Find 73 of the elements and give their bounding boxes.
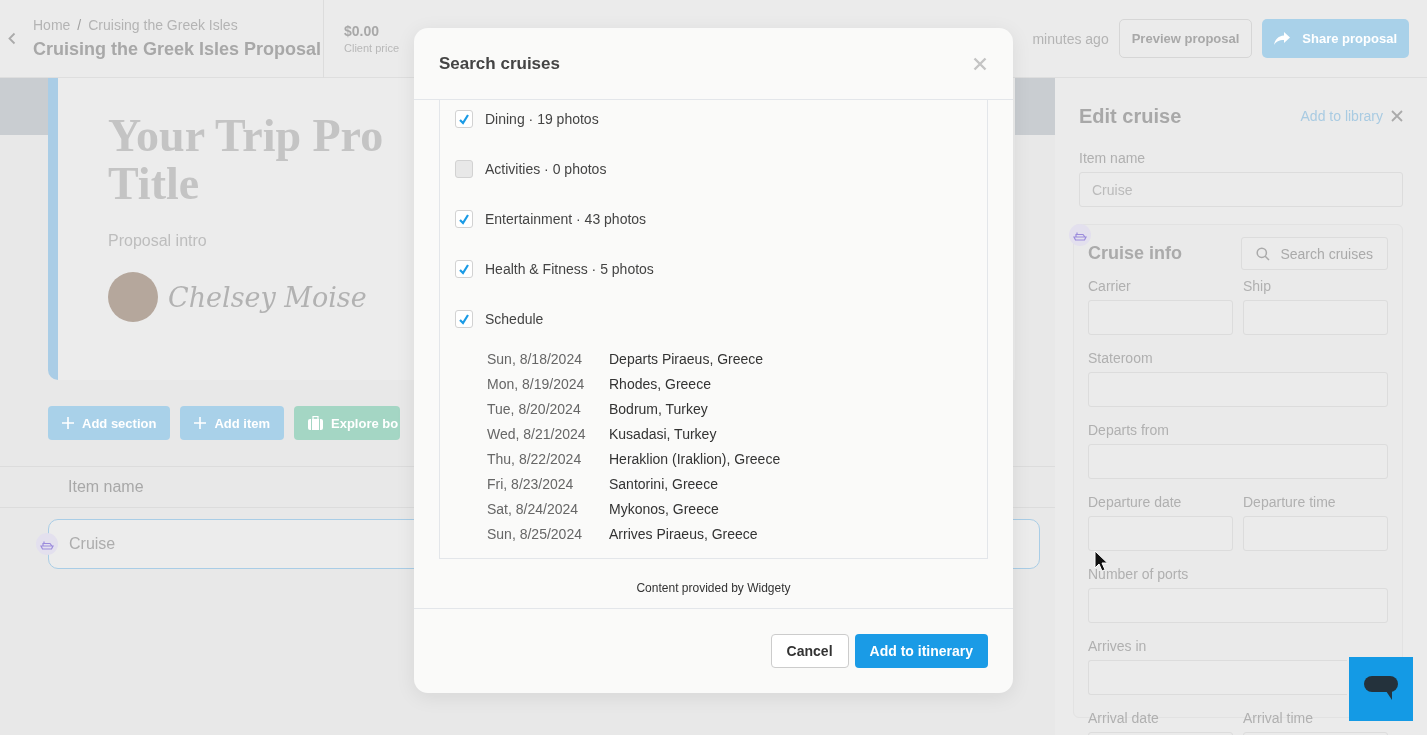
field-label: Carrier xyxy=(1088,278,1132,294)
field-label: Departure date xyxy=(1088,494,1183,510)
checkmark-icon xyxy=(458,263,470,275)
cancel-button[interactable]: Cancel xyxy=(770,634,849,668)
schedule-port: Santorini, Greece xyxy=(609,475,718,492)
option-label: Schedule xyxy=(485,311,544,327)
schedule-date: Tue, 8/20/2024 xyxy=(487,400,582,417)
chat-bubble-icon xyxy=(1364,676,1398,702)
field-label: Arrives in xyxy=(1088,638,1148,654)
price-value: $0.00 xyxy=(344,23,381,39)
add-to-library-link[interactable]: Add to library xyxy=(1300,108,1383,124)
checkbox[interactable] xyxy=(455,160,473,178)
checkbox[interactable] xyxy=(455,110,473,128)
signature: Chelsey Moise xyxy=(168,281,367,313)
share-button[interactable]: Share proposal xyxy=(1262,19,1409,58)
suitcase-icon xyxy=(308,416,324,430)
field-label: Departs from xyxy=(1088,422,1170,438)
photo-placeholder xyxy=(1015,78,1055,135)
checkmark-icon xyxy=(458,213,470,225)
schedule-date: Wed, 8/21/2024 xyxy=(487,425,587,442)
schedule-port: Departs Piraeus, Greece xyxy=(609,350,764,367)
preview-button[interactable]: Preview proposal xyxy=(1118,19,1253,58)
field-label: Item name xyxy=(1079,150,1147,166)
dialog-title: Search cruises xyxy=(439,53,560,74)
schedule-date: Sat, 8/24/2024 xyxy=(487,500,580,517)
checkmark-icon xyxy=(458,313,470,325)
checkbox[interactable] xyxy=(455,210,473,228)
explore-button[interactable]: Explore bo xyxy=(294,406,401,440)
field-label: Number of ports xyxy=(1088,566,1190,582)
schedule-port: Rhodes, Greece xyxy=(609,375,711,392)
proposal-title: Cruising the Greek Isles Proposal xyxy=(33,39,323,60)
search-cruises-button[interactable]: Search cruises xyxy=(1241,237,1388,270)
checkmark-icon xyxy=(458,113,470,125)
back-chevron-icon[interactable] xyxy=(8,32,16,45)
option-label: Health & Fitness · 5 photos xyxy=(485,261,654,277)
schedule-date: Fri, 8/23/2024 xyxy=(487,475,575,492)
credit-text: Content provided by Widgety xyxy=(635,580,792,596)
close-icon[interactable] xyxy=(1391,110,1403,122)
field-label: Ship xyxy=(1243,278,1273,294)
schedule-date: Sun, 8/18/2024 xyxy=(487,350,583,367)
add-to-itinerary-button[interactable]: Add to itinerary xyxy=(854,634,988,668)
field-label: Departure time xyxy=(1243,494,1337,510)
plus-icon xyxy=(62,417,74,429)
schedule-date: Thu, 8/22/2024 xyxy=(487,450,583,467)
option-label: Dining · 19 photos xyxy=(485,111,599,127)
schedule-port: Kusadasi, Turkey xyxy=(609,425,717,442)
field-label: Arrival time xyxy=(1243,710,1314,726)
schedule-port: Heraklion (Iraklion), Greece xyxy=(609,450,781,467)
avatar xyxy=(108,272,158,322)
close-icon[interactable] xyxy=(973,56,987,71)
photo-placeholder xyxy=(0,78,48,135)
section-title: Cruise info xyxy=(1088,243,1182,264)
field-label: Stateroom xyxy=(1088,350,1154,366)
schedule-date: Mon, 8/19/2024 xyxy=(487,375,586,392)
schedule-date: Sun, 8/25/2024 xyxy=(487,525,583,542)
schedule-port: Arrives Piraeus, Greece xyxy=(609,525,758,542)
share-arrow-icon xyxy=(1274,32,1291,45)
panel-title: Edit cruise xyxy=(1079,104,1182,128)
schedule-port: Mykonos, Greece xyxy=(609,500,719,517)
chat-button[interactable] xyxy=(1349,657,1413,721)
checkbox[interactable] xyxy=(455,310,473,328)
field-label: Arrival date xyxy=(1088,710,1160,726)
column-header: Item name xyxy=(68,478,144,496)
search-icon xyxy=(1256,246,1271,261)
breadcrumb-separator: / xyxy=(77,17,82,33)
schedule-port: Bodrum, Turkey xyxy=(609,400,708,417)
plus-icon xyxy=(194,417,207,429)
add-button[interactable]: Add section xyxy=(48,406,171,440)
option-label: Entertainment · 43 photos xyxy=(485,211,647,227)
checkbox[interactable] xyxy=(455,260,473,278)
add-button[interactable]: Add item xyxy=(180,406,285,440)
option-label: Activities · 0 photos xyxy=(485,161,607,177)
text-field[interactable] xyxy=(1088,516,1233,551)
